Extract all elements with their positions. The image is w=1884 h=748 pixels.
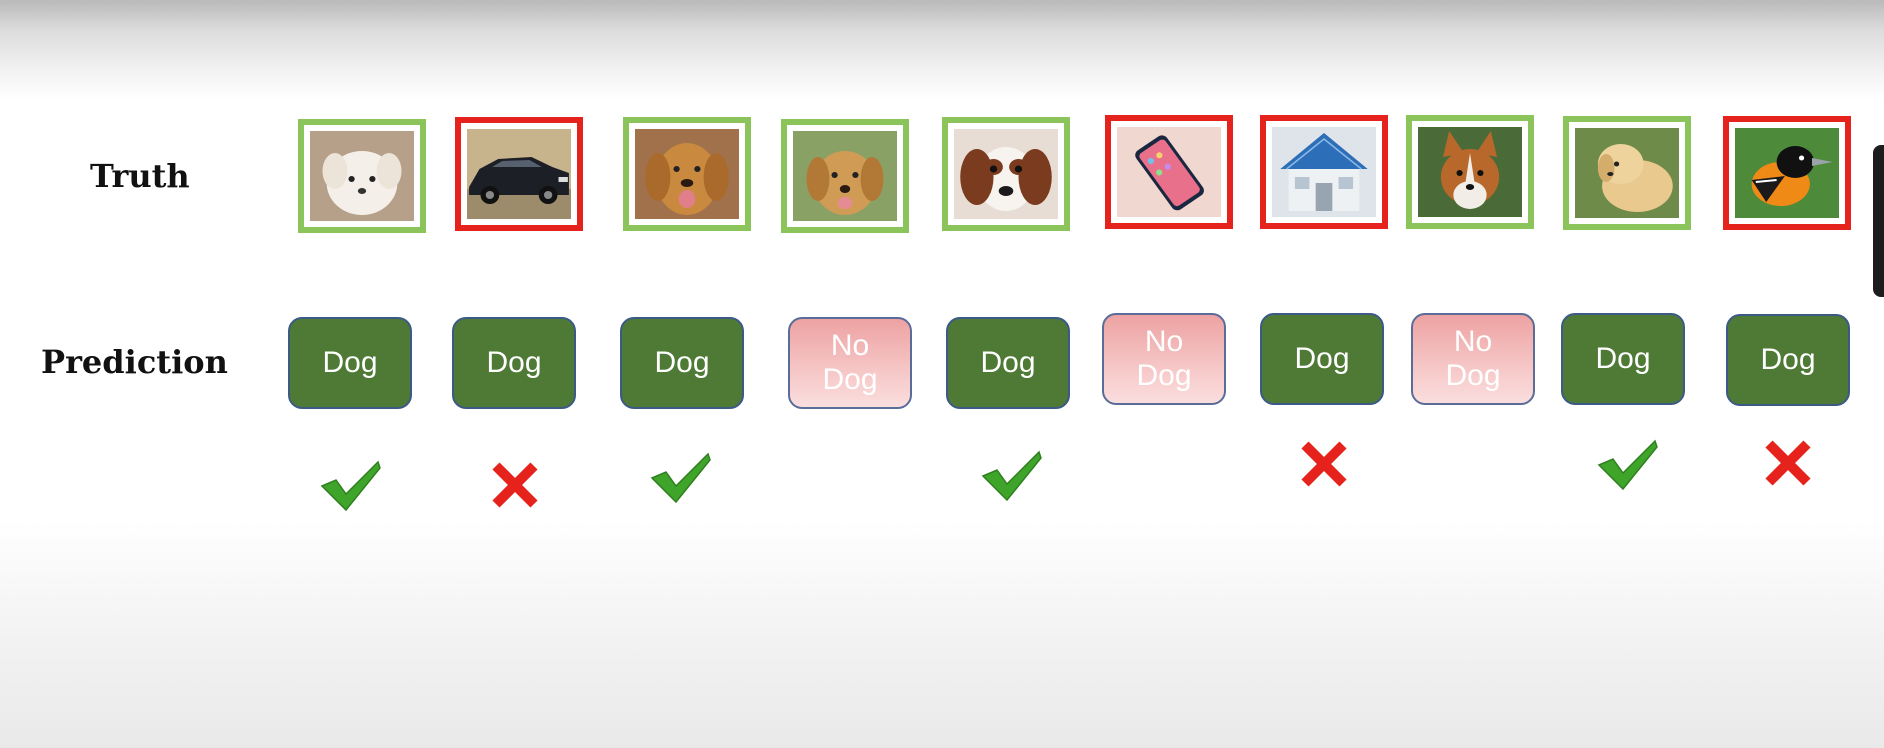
prediction-box-1: Dog: [288, 317, 412, 409]
prediction-text-line2: Dog: [1136, 359, 1192, 392]
prediction-box-6: No Dog: [1102, 313, 1226, 405]
truth-image-5: [942, 117, 1070, 231]
prediction-box-9: Dog: [1561, 313, 1685, 405]
golden-puppy-image: [1575, 128, 1679, 218]
cross-icon: [1757, 434, 1819, 488]
prediction-box-2: Dog: [452, 317, 576, 409]
black-car-image: [467, 129, 571, 219]
prediction-text: Dog: [654, 345, 710, 379]
prediction-text: Dog: [322, 345, 378, 379]
prediction-box-8: No Dog: [1411, 313, 1535, 405]
cross-icon: [484, 456, 546, 510]
prediction-box-3: Dog: [620, 317, 744, 409]
golden-retriever-image: [635, 129, 739, 219]
prediction-text-line1: No: [1144, 324, 1184, 358]
prediction-row-label: Prediction: [41, 343, 228, 381]
truth-image-8: [1406, 115, 1534, 229]
truth-row-label: Truth: [90, 157, 190, 195]
side-toolbar-edge[interactable]: [1873, 145, 1884, 297]
check-icon: [650, 450, 712, 504]
prediction-box-10: Dog: [1726, 314, 1850, 406]
prediction-text: Dog: [1760, 342, 1816, 376]
spaniel-image: [954, 129, 1058, 219]
truth-image-9: [1563, 116, 1691, 230]
prediction-text: Dog: [980, 345, 1036, 379]
oriole-bird-image: [1735, 128, 1839, 218]
truth-image-1: [298, 119, 426, 233]
smartphone-image: [1117, 127, 1221, 217]
truth-image-10: [1723, 116, 1851, 230]
prediction-text-line1: No: [830, 328, 870, 362]
prediction-box-4: No Dog: [788, 317, 912, 409]
prediction-text: No Dog: [1136, 325, 1191, 394]
prediction-box-7: Dog: [1260, 313, 1384, 405]
check-icon: [1597, 437, 1659, 491]
prediction-text-line2: Dog: [822, 363, 878, 396]
prediction-text-line2: Dog: [1445, 359, 1501, 392]
prediction-text: No Dog: [822, 329, 877, 398]
prediction-text: Dog: [1294, 341, 1350, 375]
cross-icon: [1293, 435, 1355, 489]
house-image: [1272, 127, 1376, 217]
prediction-text: Dog: [486, 345, 542, 379]
truth-image-2: [455, 117, 583, 231]
check-icon: [320, 458, 382, 512]
truth-image-7: [1260, 115, 1388, 229]
prediction-text: No Dog: [1445, 325, 1500, 394]
prediction-box-5: Dog: [946, 317, 1070, 409]
corgi-image: [1418, 127, 1522, 217]
truth-image-3: [623, 117, 751, 231]
check-icon: [981, 448, 1043, 502]
truth-image-6: [1105, 115, 1233, 229]
truth-image-4: [781, 119, 909, 233]
white-puppy-image: [310, 131, 414, 221]
prediction-text: Dog: [1595, 341, 1651, 375]
golden-retriever-outdoor-image: [793, 131, 897, 221]
prediction-text-line1: No: [1453, 324, 1493, 358]
